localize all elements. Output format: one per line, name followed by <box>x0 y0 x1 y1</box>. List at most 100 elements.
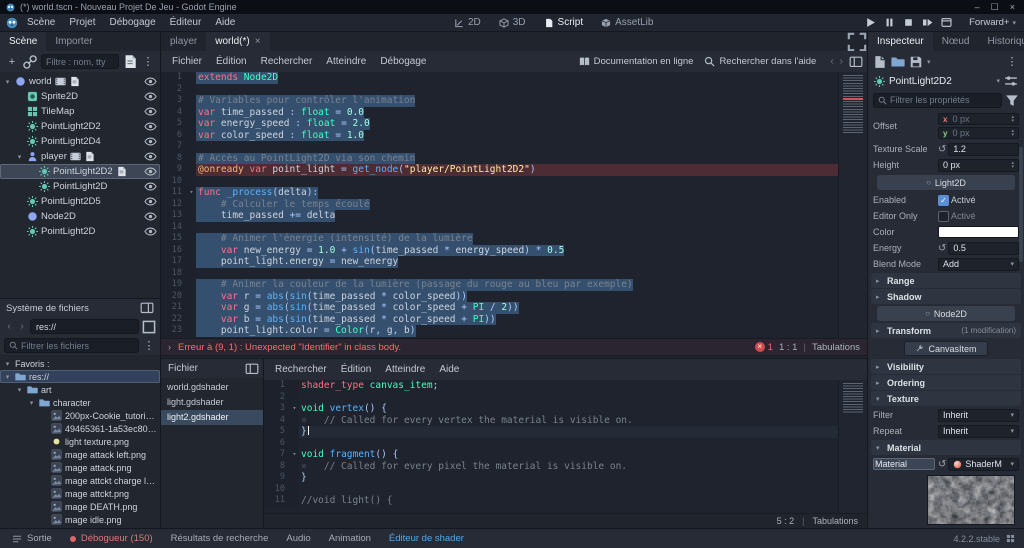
scene-node-pointlight2d[interactable]: PointLight2D <box>0 224 160 239</box>
scene-node-sprite2d[interactable]: Sprite2D <box>0 89 160 104</box>
workspace-assetlib[interactable]: AssetLib <box>593 14 661 32</box>
script-icon[interactable] <box>116 166 127 177</box>
version-grid-icon[interactable] <box>1006 534 1015 543</box>
script-icon[interactable] <box>84 151 95 162</box>
visibility-eye-icon[interactable] <box>144 227 157 236</box>
menu-fichier[interactable]: Fichier <box>165 53 209 71</box>
script-line-18[interactable]: 18 <box>161 267 867 279</box>
fs-item-character[interactable]: ▾ character <box>0 396 160 409</box>
workspace-3d[interactable]: 3D <box>491 14 534 32</box>
vector-field-y[interactable]: y0 px ▴ ▾ <box>938 127 1019 139</box>
script-line-17[interactable]: 17 point_light.energy = new_energy <box>161 256 867 268</box>
visibility-eye-icon[interactable] <box>144 152 157 161</box>
dock-tab-historique[interactable]: Historique <box>979 32 1024 51</box>
close-tab-icon[interactable]: × <box>255 32 261 51</box>
script-line-20[interactable]: 20 var r = abs(sin(time_passed * color_s… <box>161 290 867 302</box>
scene-menu-kebab-icon[interactable]: ⋮ <box>141 55 155 69</box>
spinner-arrows-icon[interactable]: ▴ ▾ <box>1011 129 1014 138</box>
shader-file-light-gdshader[interactable]: light.gdshader <box>161 395 263 410</box>
property-filter-input[interactable]: Filtrer les propriétés <box>873 92 1002 108</box>
indent-mode[interactable]: Tabulations <box>812 516 858 526</box>
property-label-editor-only[interactable]: Editor Only <box>873 211 935 221</box>
help-rechercher-dans-l-aide[interactable]: Rechercher dans l'aide <box>704 56 816 67</box>
shader-line-8[interactable]: 8 » // Called for every pixel the materia… <box>264 460 867 472</box>
new-resource-icon[interactable] <box>873 55 887 69</box>
menu-de-bogage[interactable]: Débogage <box>373 53 433 71</box>
chevron-down-icon[interactable]: ▾ <box>996 77 1000 85</box>
collapse-arrow-icon[interactable]: ▾ <box>27 399 36 407</box>
group-transform[interactable]: ▸ Transform (1 modification) <box>871 323 1021 338</box>
fs-item-res[interactable]: ▾ res:// <box>0 370 160 383</box>
history-back-icon[interactable]: ‹ <box>830 56 833 67</box>
indent-mode[interactable]: Tabulations <box>812 342 860 353</box>
menu-rechercher[interactable]: Rechercher <box>254 53 320 71</box>
inspector-scrollbar[interactable] <box>1019 147 1023 262</box>
menu-de-bogage[interactable]: Débogage <box>102 14 162 32</box>
collapse-arrow-icon[interactable]: ▾ <box>15 153 24 161</box>
scene-node-pointlight2d4[interactable]: PointLight2D4 <box>0 134 160 149</box>
visibility-eye-icon[interactable] <box>144 167 157 176</box>
script-line-23[interactable]: 23 point_light.color = Color(r, g, b) <box>161 325 867 337</box>
shader-line-4[interactable]: 4 » // Called for every vertex the materi… <box>264 414 867 426</box>
checkbox[interactable]: ✓ <box>938 194 949 206</box>
color-swatch[interactable] <box>938 226 1019 238</box>
script-line-21[interactable]: 21 var g = abs(sin(time_passed * color_s… <box>161 302 867 314</box>
script-error-bar[interactable]: › Erreur à (9, 1) : Unexpected "Identifi… <box>161 338 867 355</box>
group-texture[interactable]: ▾ Texture <box>871 391 1021 406</box>
menu-fichier[interactable]: Fichier <box>161 360 205 378</box>
menu-atteindre[interactable]: Atteindre <box>378 361 432 379</box>
script-panel-icon[interactable] <box>849 55 863 69</box>
script-code-editor[interactable]: 1 extends Node2D 2 3 # Variables pour contrô… <box>161 72 867 338</box>
fs-item-mage-attack-png[interactable]: mage attack.png <box>0 461 160 474</box>
dock-tab-inspecteur[interactable]: Inspecteur <box>868 32 933 51</box>
minimap[interactable] <box>838 72 867 338</box>
bottom-panel-re-sultats-de-recherche[interactable]: Résultats de recherche <box>162 529 278 548</box>
script-line-7[interactable]: 7 <box>161 141 867 153</box>
shader-line-9[interactable]: 9} <box>264 472 867 484</box>
fs-item-art[interactable]: ▾ art <box>0 383 160 396</box>
filesystem-kebab-icon[interactable]: ⋮ <box>142 339 156 353</box>
bottom-panel-de-bogueur-150[interactable]: Débogueur (150) <box>61 529 162 548</box>
workspace-2d[interactable]: 2D <box>446 14 489 32</box>
script-line-16[interactable]: 16 var new_energy = 1.0 + sin(time_passe… <box>161 244 867 256</box>
spinner-arrows-icon[interactable]: ▴ ▾ <box>1011 161 1014 170</box>
script-line-19[interactable]: 19 # Animer la couleur de la lumière (pa… <box>161 279 867 291</box>
script-line-8[interactable]: 8 # Accès au PointLight2D via son chemin <box>161 152 867 164</box>
value-field[interactable]: 0.5 <box>948 241 1019 255</box>
group-visibility[interactable]: ▸ Visibility <box>871 359 1021 374</box>
collapse-arrow-icon[interactable]: ▾ <box>3 360 12 368</box>
script-line-6[interactable]: 6 var color_speed : float = 1.0 <box>161 129 867 141</box>
visibility-eye-icon[interactable] <box>144 137 157 146</box>
script-line-11[interactable]: 11 ▾ func _process(delta): <box>161 187 867 199</box>
fs-item-mage-death-png[interactable]: mage DEATH.png <box>0 500 160 513</box>
select-field[interactable]: Add ▾ <box>938 257 1019 271</box>
visibility-eye-icon[interactable] <box>144 197 157 206</box>
menu-e-dition[interactable]: Édition <box>209 53 254 71</box>
select-field[interactable]: Inherit ▾ <box>938 408 1019 422</box>
pause-button[interactable] <box>884 17 896 29</box>
collapse-arrow-icon[interactable]: ▾ <box>3 78 12 86</box>
fold-arrow-icon[interactable]: ▾ <box>290 449 299 461</box>
visibility-eye-icon[interactable] <box>144 77 157 86</box>
menu-sce-ne[interactable]: Scène <box>20 14 62 32</box>
menu-e-diteur[interactable]: Éditeur <box>163 14 209 32</box>
property-label-height[interactable]: Height <box>873 160 935 170</box>
visibility-eye-icon[interactable] <box>144 92 157 101</box>
script-line-10[interactable]: 10 <box>161 175 867 187</box>
shader-line-10[interactable]: 10 <box>264 483 867 495</box>
help-documentation-en-ligne[interactable]: Documentation en ligne <box>579 56 693 67</box>
script-line-5[interactable]: 5 var energy_speed : float = 2.0 <box>161 118 867 130</box>
file-filter-input[interactable]: Filtrer les fichiers <box>4 338 139 353</box>
menu-aide[interactable]: Aide <box>208 14 242 32</box>
fs-item-200px-cookie-tutorial-t[interactable]: 200px-Cookie_tutorial_t... <box>0 409 160 422</box>
fs-item-mage-idle-png[interactable]: mage idle.png <box>0 513 160 526</box>
vector-field-x[interactable]: x0 px ▴ ▾ <box>938 113 1019 125</box>
resource-picker[interactable]: ShaderM ▾ <box>948 457 1019 471</box>
property-label-color[interactable]: Color <box>873 227 935 237</box>
film-icon[interactable] <box>55 76 66 87</box>
shader-line-5[interactable]: 5} <box>264 426 867 438</box>
menu-projet[interactable]: Projet <box>62 14 102 32</box>
close-button[interactable]: × <box>1010 2 1015 13</box>
script-line-15[interactable]: 15 # Animer l'énergie (intensité) de la … <box>161 233 867 245</box>
nav-forward-icon[interactable]: › <box>17 321 27 332</box>
